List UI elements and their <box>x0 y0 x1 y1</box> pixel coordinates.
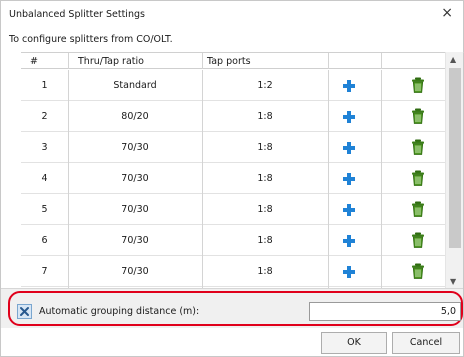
table-row[interactable]: 6 70/30 1:8 <box>21 225 445 256</box>
cross-icon[interactable] <box>17 304 32 319</box>
thru-tap-ratio-cell: 80/20 <box>121 111 149 122</box>
column-divider <box>381 101 382 132</box>
column-divider <box>328 194 329 225</box>
unbalanced-splitter-dialog: Unbalanced Splitter Settings × To config… <box>0 0 464 357</box>
grouping-distance-input[interactable] <box>309 302 461 321</box>
column-divider <box>68 101 69 132</box>
column-divider <box>381 70 382 101</box>
column-divider <box>381 256 382 287</box>
column-divider <box>381 163 382 194</box>
dialog-description: To configure splitters from CO/OLT. <box>9 34 173 45</box>
tap-ports-cell: 1:2 <box>257 80 273 91</box>
scroll-up-arrow[interactable]: ▲ <box>450 55 456 64</box>
grouping-settings-bar: Automatic grouping distance (m): <box>1 288 463 328</box>
column-divider <box>328 101 329 132</box>
splitter-table: # Thru/Tap ratio Tap ports 1 Standard 1:2 2… <box>21 52 464 288</box>
column-header-tap-ports: Tap ports <box>207 56 251 67</box>
table-row[interactable]: 3 70/30 1:8 <box>21 132 445 163</box>
trash-icon[interactable] <box>409 200 427 218</box>
column-divider <box>328 163 329 194</box>
thru-tap-ratio-cell: Standard <box>113 80 157 91</box>
plus-icon[interactable] <box>339 200 359 220</box>
trash-icon[interactable] <box>409 138 427 156</box>
row-number: 6 <box>41 235 48 246</box>
column-divider <box>202 101 203 132</box>
tap-ports-cell: 1:8 <box>257 111 273 122</box>
row-number: 1 <box>41 80 48 91</box>
plus-icon[interactable] <box>339 138 359 158</box>
column-divider <box>381 132 382 163</box>
plus-icon[interactable] <box>339 76 359 96</box>
tap-ports-cell: 1:8 <box>257 204 273 215</box>
column-divider <box>68 163 69 194</box>
thru-tap-ratio-cell: 70/30 <box>121 173 149 184</box>
trash-icon[interactable] <box>409 262 427 280</box>
window-title: Unbalanced Splitter Settings <box>9 9 145 20</box>
table-row[interactable]: 2 80/20 1:8 <box>21 101 445 132</box>
plus-icon[interactable] <box>339 169 359 189</box>
row-number: 3 <box>41 142 48 153</box>
column-divider <box>202 225 203 256</box>
column-divider <box>381 194 382 225</box>
title-bar: Unbalanced Splitter Settings × <box>1 1 463 27</box>
ok-button[interactable]: OK <box>321 332 387 354</box>
trash-icon[interactable] <box>409 107 427 125</box>
column-divider <box>68 225 69 256</box>
grouping-distance-label: Automatic grouping distance (m): <box>39 306 200 317</box>
plus-icon[interactable] <box>339 107 359 127</box>
trash-icon[interactable] <box>409 169 427 187</box>
thru-tap-ratio-cell: 70/30 <box>121 142 149 153</box>
table-header: # Thru/Tap ratio Tap ports <box>21 53 445 69</box>
plus-icon[interactable] <box>339 262 359 282</box>
column-divider <box>202 194 203 225</box>
column-divider <box>328 70 329 101</box>
scroll-down-arrow[interactable]: ▼ <box>450 277 456 286</box>
column-divider <box>328 53 329 69</box>
cancel-button[interactable]: Cancel <box>392 332 460 354</box>
column-header-ratio: Thru/Tap ratio <box>78 56 144 67</box>
column-divider <box>202 70 203 101</box>
trash-icon[interactable] <box>409 231 427 249</box>
table-row[interactable]: 5 70/30 1:8 <box>21 194 445 225</box>
column-divider <box>328 256 329 287</box>
row-number: 4 <box>41 173 48 184</box>
thru-tap-ratio-cell: 70/30 <box>121 235 149 246</box>
column-divider <box>381 53 382 69</box>
table-row[interactable]: 7 70/30 1:8 <box>21 256 445 287</box>
trash-icon[interactable] <box>409 76 427 94</box>
scroll-thumb[interactable] <box>449 68 461 248</box>
tap-ports-cell: 1:8 <box>257 142 273 153</box>
column-divider <box>328 225 329 256</box>
tap-ports-cell: 1:8 <box>257 173 273 184</box>
close-button[interactable]: × <box>441 6 453 20</box>
tap-ports-cell: 1:8 <box>257 235 273 246</box>
row-number: 7 <box>41 266 48 277</box>
column-divider <box>202 53 203 69</box>
column-divider <box>381 225 382 256</box>
column-divider <box>202 132 203 163</box>
column-divider <box>202 256 203 287</box>
plus-icon[interactable] <box>339 231 359 251</box>
row-number: 5 <box>41 204 48 215</box>
column-divider <box>68 256 69 287</box>
tap-ports-cell: 1:8 <box>257 266 273 277</box>
table-scrollbar[interactable]: ▲ ▼ <box>445 52 463 288</box>
column-divider <box>68 70 69 101</box>
table-row[interactable]: 1 Standard 1:2 <box>21 70 445 101</box>
column-divider <box>328 132 329 163</box>
thru-tap-ratio-cell: 70/30 <box>121 266 149 277</box>
column-divider <box>68 194 69 225</box>
column-divider <box>68 132 69 163</box>
row-number: 2 <box>41 111 48 122</box>
thru-tap-ratio-cell: 70/30 <box>121 204 149 215</box>
column-divider <box>202 163 203 194</box>
table-row[interactable]: 4 70/30 1:8 <box>21 163 445 194</box>
column-divider <box>68 53 69 69</box>
column-header-number: # <box>30 56 38 67</box>
